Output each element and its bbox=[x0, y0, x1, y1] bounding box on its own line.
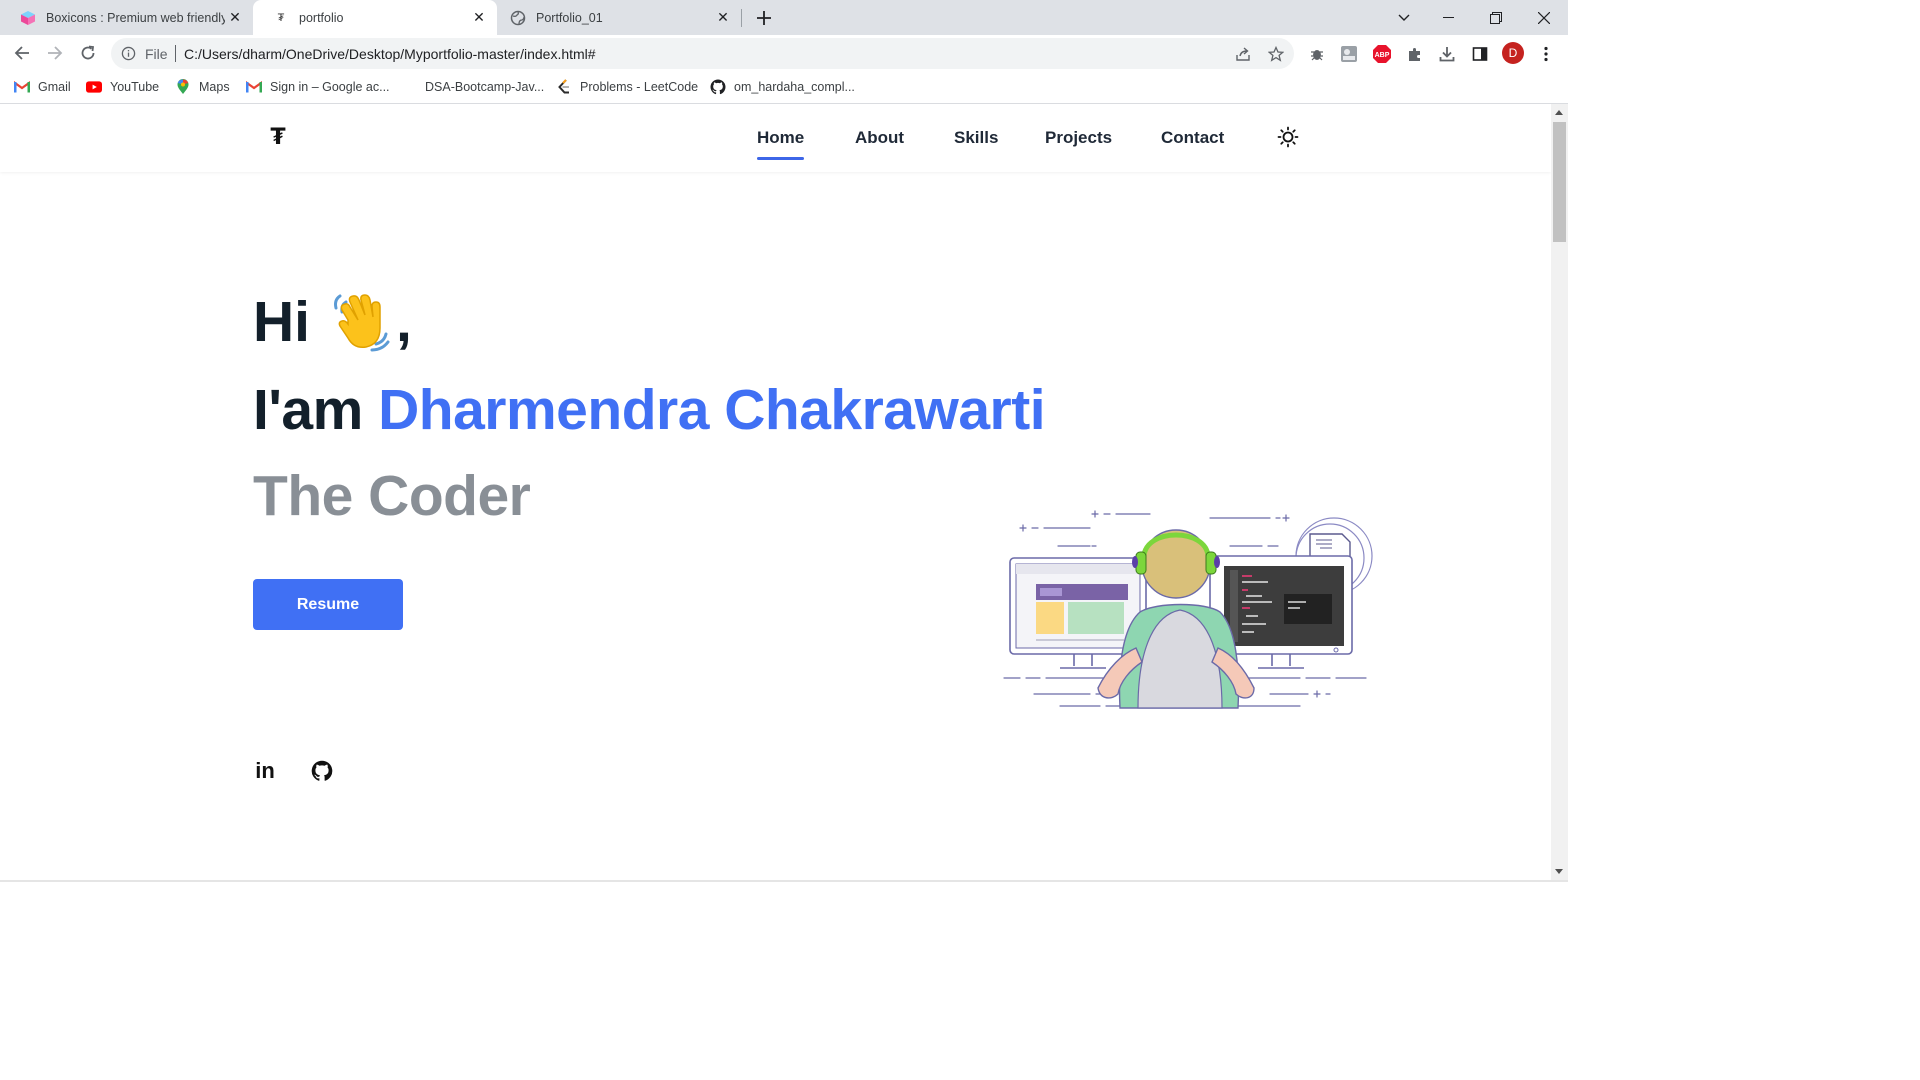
bookmark-label: YouTube bbox=[110, 80, 160, 94]
address-bar[interactable]: File C:/Users/dharm/OneDrive/Desktop/Myp… bbox=[111, 38, 1294, 69]
hero-intro: I'am Dharmendra Chakrawarti bbox=[253, 374, 1046, 446]
forward-button[interactable] bbox=[40, 38, 70, 68]
back-arrow-icon bbox=[14, 46, 29, 60]
share-icon[interactable] bbox=[1234, 45, 1252, 63]
hero-greeting: Hi , bbox=[253, 286, 412, 358]
back-button[interactable] bbox=[7, 38, 37, 68]
bookmark-maps[interactable]: Maps bbox=[175, 78, 230, 96]
browser-tab-strip: Boxicons : Premium web friendly ✕ ₮ port… bbox=[0, 0, 1568, 35]
scroll-down-arrow-icon[interactable] bbox=[1555, 869, 1563, 874]
bookmark-label: Maps bbox=[199, 80, 230, 94]
sun-theme-toggle-icon[interactable] bbox=[1277, 126, 1299, 148]
site-header: ₮ Home About Skills Projects Contact bbox=[0, 104, 1551, 172]
bookmarks-bar: Gmail YouTube Maps Sign in – Google ac..… bbox=[0, 72, 1568, 104]
url-text[interactable]: C:/Users/dharm/OneDrive/Desktop/Myportfo… bbox=[184, 46, 596, 62]
resume-button[interactable]: Resume bbox=[253, 579, 403, 630]
github-link[interactable] bbox=[309, 758, 335, 784]
site-logo[interactable]: ₮ bbox=[266, 122, 290, 152]
bookmark-google-signin[interactable]: Sign in – Google ac... bbox=[246, 78, 390, 96]
youtube-icon bbox=[86, 79, 102, 95]
nav-about[interactable]: About bbox=[855, 128, 904, 148]
greeting-text: Hi bbox=[253, 290, 310, 354]
kebab-menu-icon[interactable] bbox=[1536, 44, 1556, 64]
globe-icon bbox=[510, 10, 526, 26]
restore-icon bbox=[1490, 11, 1502, 24]
forward-arrow-icon bbox=[48, 46, 63, 60]
coder-illustration: </> bbox=[1003, 510, 1373, 709]
gmail-icon bbox=[14, 79, 30, 95]
puzzle-extensions-icon[interactable] bbox=[1405, 44, 1425, 64]
bookmark-label: Problems - LeetCode bbox=[580, 80, 699, 94]
close-tab-icon[interactable]: ✕ bbox=[469, 8, 489, 28]
hero-name: Dharmendra Chakrawarti bbox=[378, 378, 1046, 442]
close-tab-icon[interactable]: ✕ bbox=[713, 8, 733, 28]
portfolio-favicon-icon: ₮ bbox=[277, 11, 285, 24]
close-window-button[interactable] bbox=[1522, 0, 1566, 35]
bookmark-github-repo[interactable]: om_hardaha_compl... bbox=[710, 78, 855, 96]
tab-separator bbox=[741, 9, 742, 27]
side-panel-icon[interactable] bbox=[1470, 44, 1490, 64]
download-icon[interactable] bbox=[1437, 44, 1457, 64]
scrollbar-thumb[interactable] bbox=[1553, 122, 1566, 242]
github-icon bbox=[710, 79, 726, 95]
address-separator bbox=[175, 45, 176, 62]
window-bottom-border bbox=[0, 880, 1568, 882]
maps-icon bbox=[175, 79, 191, 95]
tab-portfolio-01[interactable]: Portfolio_01 ✕ bbox=[497, 0, 741, 35]
reload-icon bbox=[81, 45, 95, 60]
tab-title: Portfolio_01 bbox=[536, 10, 603, 25]
profile-avatar[interactable]: D bbox=[1502, 42, 1524, 64]
new-tab-button[interactable] bbox=[751, 5, 777, 31]
intro-text: I'am bbox=[253, 378, 363, 442]
browser-toolbar: File C:/Users/dharm/OneDrive/Desktop/Myp… bbox=[0, 35, 1568, 72]
tab-title: Boxicons : Premium web friendly bbox=[46, 10, 225, 25]
hero-role: The Coder bbox=[253, 464, 531, 528]
leetcode-icon bbox=[556, 79, 572, 95]
bookmark-label: Sign in – Google ac... bbox=[270, 80, 390, 94]
info-icon[interactable] bbox=[121, 46, 136, 61]
nav-skills[interactable]: Skills bbox=[954, 128, 998, 148]
bookmark-youtube[interactable]: YouTube bbox=[86, 78, 159, 96]
bookmark-gmail[interactable]: Gmail bbox=[14, 78, 71, 96]
photo-extension-icon[interactable] bbox=[1339, 44, 1359, 64]
page-scrollbar[interactable] bbox=[1551, 104, 1568, 880]
linkedin-link[interactable]: in bbox=[252, 758, 278, 784]
close-icon bbox=[1538, 11, 1550, 24]
scroll-up-arrow-icon[interactable] bbox=[1555, 110, 1563, 115]
bookmark-dsa-bootcamp[interactable]: DSA-Bootcamp-Jav... bbox=[425, 78, 544, 96]
svg-text:ABP: ABP bbox=[1375, 52, 1390, 59]
bookmark-label: om_hardaha_compl... bbox=[734, 80, 855, 94]
tab-portfolio[interactable]: ₮ portfolio ✕ bbox=[253, 0, 497, 35]
bug-extension-icon[interactable] bbox=[1307, 44, 1327, 64]
bookmark-leetcode[interactable]: Problems - LeetCode bbox=[556, 78, 698, 96]
plus-icon bbox=[757, 11, 771, 25]
bookmark-label: Gmail bbox=[38, 80, 71, 94]
close-tab-icon[interactable]: ✕ bbox=[225, 8, 245, 28]
minimize-button[interactable] bbox=[1426, 0, 1470, 35]
waving-hand-icon bbox=[334, 294, 390, 352]
linkedin-icon: in bbox=[255, 758, 275, 783]
minimize-icon bbox=[1442, 16, 1454, 18]
gmail-icon bbox=[246, 79, 262, 95]
adblock-plus-icon[interactable]: ABP bbox=[1372, 44, 1392, 64]
restore-button[interactable] bbox=[1474, 0, 1518, 35]
chevron-down-icon bbox=[1398, 14, 1410, 21]
github-icon bbox=[311, 760, 333, 781]
nav-projects[interactable]: Projects bbox=[1045, 128, 1112, 148]
tab-boxicons[interactable]: Boxicons : Premium web friendly ✕ bbox=[0, 0, 253, 35]
tab-title: portfolio bbox=[299, 10, 344, 25]
scheme-label: File bbox=[145, 46, 168, 62]
tab-search-button[interactable] bbox=[1382, 0, 1426, 35]
nav-home[interactable]: Home bbox=[757, 128, 805, 160]
page-viewport: ₮ Home About Skills Projects Contact Hi … bbox=[0, 104, 1551, 880]
nav-contact[interactable]: Contact bbox=[1161, 128, 1224, 148]
greeting-comma: , bbox=[396, 290, 412, 354]
boxicons-logo-icon bbox=[20, 10, 36, 26]
bookmark-label: DSA-Bootcamp-Jav... bbox=[425, 80, 545, 94]
bookmark-star-icon[interactable] bbox=[1267, 45, 1285, 63]
reload-button[interactable] bbox=[73, 38, 103, 68]
